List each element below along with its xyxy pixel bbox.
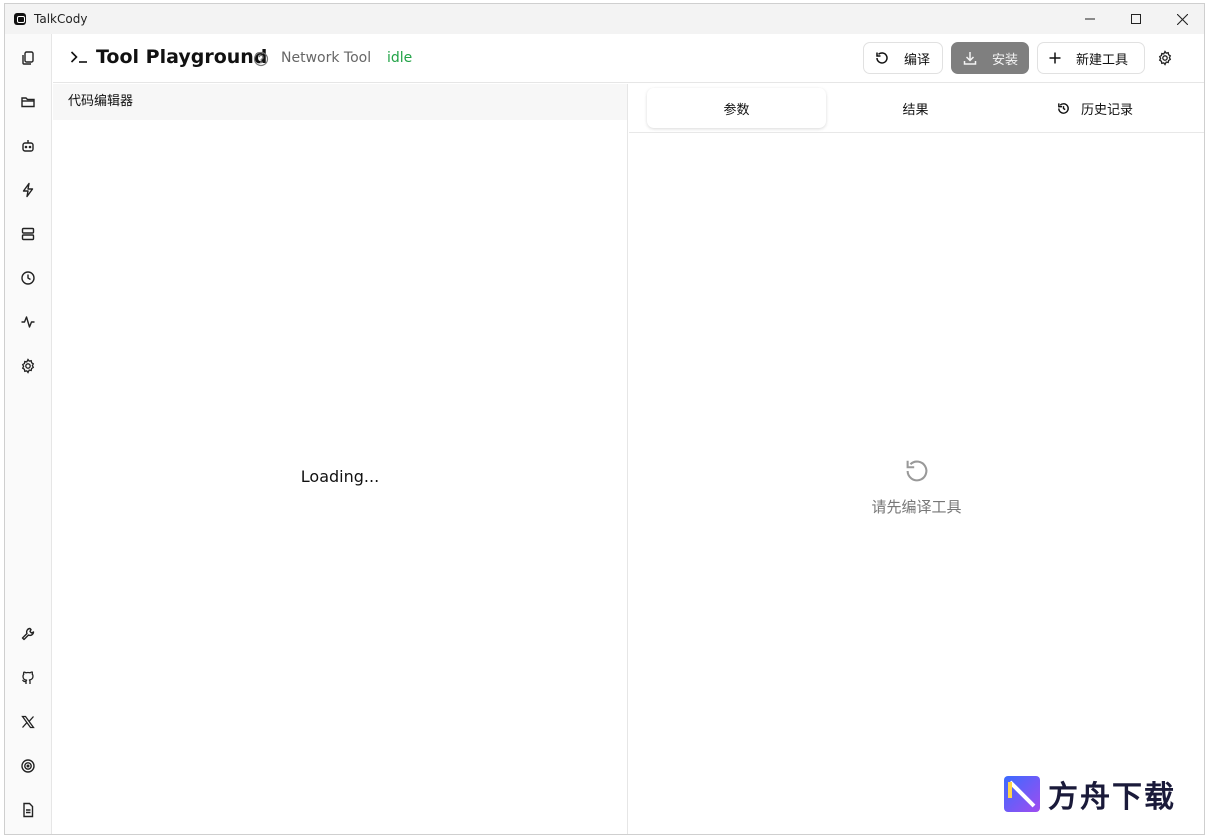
window-title: TalkCody: [34, 12, 88, 26]
close-icon: [1176, 13, 1188, 25]
empty-message: 请先编译工具: [871, 498, 962, 516]
maximize-icon: [1131, 14, 1141, 24]
download-icon: [963, 52, 977, 65]
close-button[interactable]: [1159, 4, 1204, 34]
tab-params[interactable]: 参数: [647, 88, 826, 128]
bot-icon: [22, 140, 34, 152]
sidebar-item-activity[interactable]: [16, 310, 40, 334]
watermark-logo-icon: [1004, 776, 1040, 812]
server-icon: [21, 227, 35, 241]
page-header: Tool Playground Network Tool idle 编译 安装 …: [53, 34, 1204, 83]
sidebar-item-tools[interactable]: [16, 622, 40, 646]
lightning-icon: [22, 182, 34, 198]
watermark: 方舟下载: [1002, 772, 1176, 816]
wrench-icon: [21, 627, 35, 641]
compile-button[interactable]: 编译: [863, 42, 943, 74]
tab-results[interactable]: 结果: [826, 88, 1005, 128]
activity-icon: [21, 316, 35, 328]
sidebar-item-target[interactable]: [16, 754, 40, 778]
sidebar-item-history[interactable]: [16, 266, 40, 290]
terminal-icon: [70, 51, 87, 63]
header-settings-button[interactable]: [1157, 50, 1173, 66]
new-tool-label: 新建工具: [1076, 52, 1129, 68]
sidebar: [5, 34, 52, 834]
minimize-button[interactable]: [1067, 4, 1113, 34]
tab-history[interactable]: 历史记录: [1005, 88, 1184, 128]
tab-label: 历史记录: [1080, 102, 1133, 118]
folder-icon: [21, 97, 35, 108]
sidebar-item-github[interactable]: [16, 666, 40, 690]
sidebar-item-servers[interactable]: [16, 222, 40, 246]
x-logo-icon: [21, 715, 35, 729]
code-editor-heading: 代码编辑器: [53, 84, 627, 120]
title-bar: TalkCody: [5, 4, 1204, 34]
sidebar-item-projects[interactable]: [16, 46, 40, 70]
results-tabs: 参数 结果 历史记录: [629, 84, 1204, 133]
gear-icon: [1158, 50, 1172, 66]
results-pane: 参数 结果 历史记录 请先编译工具: [629, 84, 1204, 834]
maximize-button[interactable]: [1113, 4, 1159, 34]
page-title: Tool Playground: [96, 46, 268, 68]
sidebar-item-files[interactable]: [16, 90, 40, 114]
sidebar-item-docs[interactable]: [16, 798, 40, 822]
watermark-text: 方舟下载: [1048, 780, 1176, 815]
empty-state: 请先编译工具: [629, 456, 1204, 517]
help-icon[interactable]: [253, 51, 269, 67]
minimize-icon: [1085, 18, 1095, 20]
refresh-icon: [906, 460, 927, 482]
status-badge: idle: [387, 50, 413, 66]
sidebar-item-x[interactable]: [16, 710, 40, 734]
copy-icon: [22, 51, 34, 65]
new-tool-button[interactable]: 新建工具: [1037, 42, 1145, 74]
tool-name: Network Tool: [281, 50, 372, 66]
sidebar-item-skills[interactable]: [16, 178, 40, 202]
plus-icon: [1049, 52, 1061, 64]
refresh-icon: [876, 52, 888, 64]
github-icon: [22, 671, 34, 684]
document-icon: [23, 802, 34, 818]
tab-label: 参数: [723, 102, 750, 118]
install-button[interactable]: 安装: [951, 42, 1029, 74]
tab-label: 结果: [902, 102, 929, 118]
history-icon: [1058, 102, 1069, 114]
target-icon: [21, 759, 35, 773]
code-editor-pane: 代码编辑器 Loading...: [53, 84, 628, 834]
loading-text: Loading...: [300, 467, 380, 486]
compile-label: 编译: [904, 52, 931, 68]
app-window: TalkCody Tool Playground Network Tool id…: [4, 3, 1205, 835]
install-label: 安装: [992, 52, 1019, 68]
gear-icon: [21, 358, 35, 374]
sidebar-item-agents[interactable]: [16, 134, 40, 158]
sidebar-item-settings[interactable]: [16, 354, 40, 378]
clock-icon: [21, 271, 35, 285]
app-logo-icon: [14, 13, 26, 25]
